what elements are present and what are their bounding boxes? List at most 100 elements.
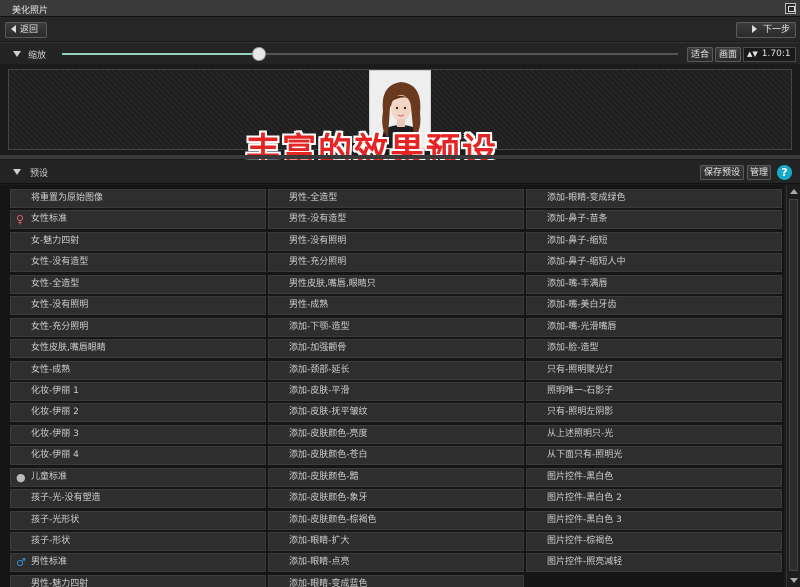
zoom-label: 缩放 <box>28 51 47 61</box>
zoom-slider[interactable] <box>62 47 678 61</box>
preset-label: 添加-鼻子-苗条 <box>547 214 608 225</box>
preset-item[interactable]: 女-魅力四射 <box>10 231 266 251</box>
preset-column-2: 男性-全造型男性-没有造型 男性-没有照明男性-充分照明 男性皮肤,嘴唇,眼睛只 男性… <box>268 189 524 587</box>
preset-item[interactable]: 添加-鼻子-缩短 <box>526 231 782 251</box>
manage-button[interactable]: 管理 <box>747 165 771 180</box>
nav-bar: 返回 下一步 <box>0 17 800 41</box>
preset-item[interactable]: 图片控件-棕褐色 <box>526 532 782 551</box>
title-bar: 美化照片 <box>0 0 800 17</box>
back-button[interactable]: 返回 <box>5 22 47 38</box>
male-icon: ♂ <box>16 556 26 570</box>
preset-item[interactable]: 孩子-形状 <box>10 532 266 551</box>
panel-divider[interactable] <box>0 155 800 159</box>
preset-item[interactable]: 将重置为原始图像 <box>10 189 266 208</box>
preset-label: 添加-鼻子-缩短人中 <box>547 257 626 268</box>
preset-item[interactable]: 化妆-伊丽 4 <box>10 446 266 466</box>
preset-item[interactable]: 添加-眼睛-变成绿色 <box>526 189 782 208</box>
preset-item[interactable]: 男性-没有造型 <box>268 210 524 230</box>
preset-item[interactable]: 女性-成熟 <box>10 360 266 380</box>
preset-item[interactable]: ♀ 女性标准 <box>10 210 266 230</box>
preset-label: 添加-皮肤颜色-象牙 <box>289 493 368 504</box>
preset-item[interactable]: 化妆-伊丽 3 <box>10 424 266 444</box>
preset-item[interactable]: 男性-魅力四射 <box>10 574 266 587</box>
preset-label: 孩子-光-没有塑造 <box>31 493 101 504</box>
preset-item[interactable]: 添加-嘴-丰满唇 <box>526 274 782 294</box>
preset-label: 添加-皮肤颜色-苍白 <box>289 450 368 461</box>
preset-item[interactable]: 从上述照明只-光 <box>526 424 782 444</box>
preset-item[interactable]: 添加-嘴-美白牙齿 <box>526 296 782 316</box>
preset-label: 添加-皮肤颜色-黯 <box>289 471 359 482</box>
next-button[interactable]: 下一步 <box>736 22 796 38</box>
preset-label: 只有-照明左阴影 <box>547 407 614 418</box>
preset-item[interactable]: 添加-眼睛-扩大 <box>268 532 524 551</box>
preset-item[interactable]: 只有-照明聚光灯 <box>526 360 782 380</box>
preset-item[interactable]: ● 儿童标准 <box>10 467 266 487</box>
preset-item[interactable]: 添加-眼睛-点亮 <box>268 553 524 573</box>
preset-item[interactable]: 添加-颈部-延长 <box>268 360 524 380</box>
spinner-icon[interactable]: ▲▼ <box>747 48 758 61</box>
preset-item[interactable]: 化妆-伊丽 1 <box>10 381 266 401</box>
preset-item[interactable]: 化妆-伊丽 2 <box>10 403 266 423</box>
next-label: 下一步 <box>762 25 790 35</box>
preset-item[interactable]: 添加-鼻子-缩短人中 <box>526 253 782 273</box>
preset-item[interactable]: 添加-嘴-光滑嘴唇 <box>526 317 782 337</box>
preset-item[interactable]: 添加-皮肤颜色-黯 <box>268 467 524 487</box>
save-preset-button[interactable]: 保存预设 <box>700 165 744 180</box>
zoom-slider-handle[interactable] <box>252 47 267 61</box>
preset-item[interactable]: 图片控件-黑白色 <box>526 467 782 487</box>
preset-item[interactable]: 添加-下颚-造型 <box>268 317 524 337</box>
fit-button[interactable]: 适合 <box>687 47 713 62</box>
preset-item[interactable]: 男性皮肤,嘴唇,眼睛只 <box>268 274 524 294</box>
scroll-down-icon[interactable] <box>790 578 798 583</box>
preset-label: 孩子-光形状 <box>31 514 80 525</box>
preset-item[interactable]: 添加-皮肤颜色-象牙 <box>268 489 524 509</box>
collapse-zoom-icon[interactable] <box>13 51 21 57</box>
preset-label: 添加-颈部-延长 <box>289 364 350 375</box>
preset-label: 男性-没有照明 <box>289 235 347 246</box>
preset-item[interactable]: 添加-鼻子-苗条 <box>526 210 782 230</box>
page-button[interactable]: 画面 <box>715 47 741 62</box>
preset-item[interactable]: 添加-皮肤-抚平皱纹 <box>268 403 524 423</box>
zoom-value-field[interactable]: ▲▼ 1.70:1 <box>743 47 796 62</box>
preset-item[interactable]: 女性皮肤,嘴唇眼睛 <box>10 339 266 359</box>
preset-item[interactable]: 添加-皮肤颜色-亮度 <box>268 424 524 444</box>
collapse-presets-icon[interactable] <box>13 169 21 175</box>
preset-label: 女性标准 <box>31 214 68 225</box>
preset-item[interactable]: 孩子-光形状 <box>10 510 266 530</box>
preset-item[interactable]: 只有-照明左阴影 <box>526 403 782 423</box>
preset-item[interactable]: 图片控件-黑白色 2 <box>526 489 782 509</box>
preset-item[interactable]: 添加-皮肤颜色-棕褐色 <box>268 510 524 530</box>
scroll-thumb[interactable] <box>789 199 798 571</box>
preset-item[interactable]: 女性-没有照明 <box>10 296 266 316</box>
preset-item[interactable]: 图片控件-照亮减轻 <box>526 553 782 573</box>
preset-list: 将重置为原始图像 ♀ 女性标准 女-魅力四射 女性-没有造型 女性-全造型 女性-没有照明女… <box>0 185 784 587</box>
preset-item[interactable]: ♂ 男性标准 <box>10 553 266 573</box>
preset-item[interactable]: 男性-成熟 <box>268 296 524 316</box>
preset-item[interactable]: 女性-全造型 <box>10 274 266 294</box>
preset-item[interactable]: 孩子-光-没有塑造 <box>10 489 266 509</box>
scroll-up-icon[interactable] <box>790 189 798 194</box>
preset-label: 男性-没有造型 <box>289 214 347 225</box>
help-icon[interactable]: ? <box>777 165 792 180</box>
preset-item[interactable]: 女性-没有造型 <box>10 253 266 273</box>
preset-label: 女性-没有造型 <box>31 257 89 268</box>
preset-item[interactable]: 添加-皮肤颜色-苍白 <box>268 446 524 466</box>
preset-item[interactable]: 添加-脸-造型 <box>526 339 782 359</box>
preset-label: 添加-眼睛-扩大 <box>289 536 350 546</box>
preset-item[interactable]: 男性-充分照明 <box>268 253 524 273</box>
zoom-bar: 缩放 适合 画面 ▲▼ 1.70:1 <box>0 42 800 64</box>
preset-item[interactable]: 男性-全造型 <box>268 189 524 208</box>
preset-scrollbar[interactable] <box>786 185 800 587</box>
preset-item[interactable]: 添加-眼睛-变成蓝色 <box>268 574 524 587</box>
preset-item[interactable]: 图片控件-黑白色 3 <box>526 510 782 530</box>
preset-item[interactable]: 男性-没有照明 <box>268 231 524 251</box>
preset-item[interactable]: 从下面只有-照明光 <box>526 446 782 466</box>
preset-item[interactable]: 添加-加强颧骨 <box>268 339 524 359</box>
restore-icon[interactable] <box>785 3 796 14</box>
preset-item[interactable]: 照明唯一-石影子 <box>526 381 782 401</box>
preset-label: 添加-眼睛-变成绿色 <box>547 193 626 203</box>
preset-item[interactable]: 女性-充分照明 <box>10 317 266 337</box>
preset-label: 男性-魅力四射 <box>31 578 89 587</box>
child-icon: ● <box>16 470 26 484</box>
preset-item[interactable]: 添加-皮肤-平滑 <box>268 381 524 401</box>
